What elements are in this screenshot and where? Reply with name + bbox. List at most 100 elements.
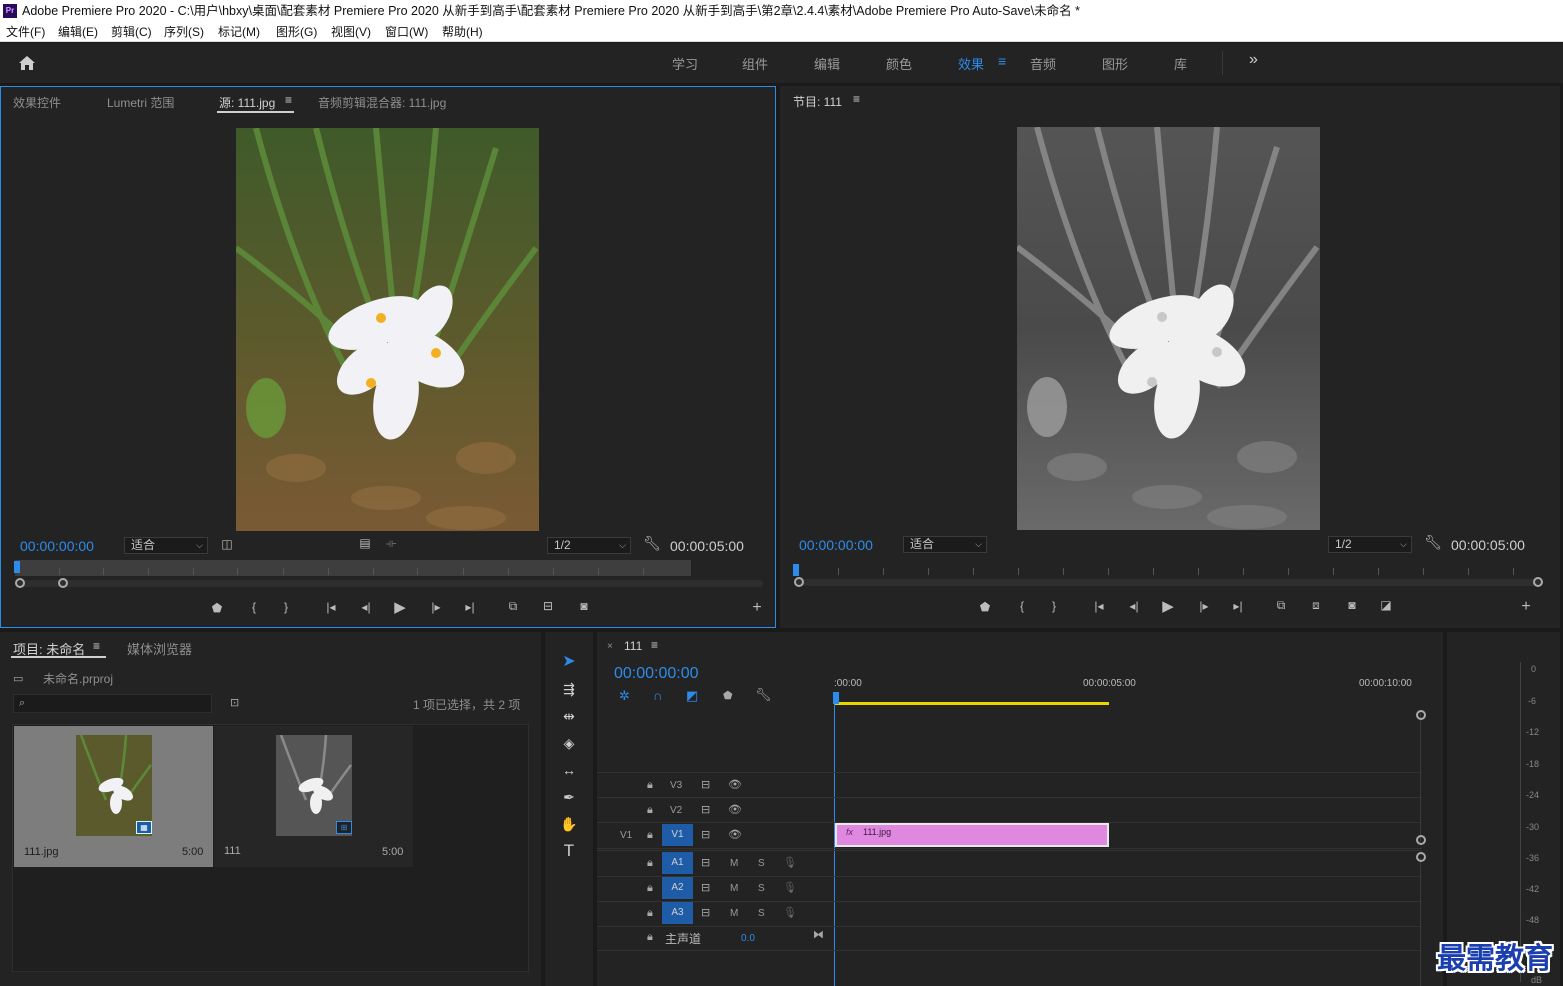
program-preview-image[interactable]	[1017, 127, 1320, 530]
sync-lock-icon[interactable]: ⊟	[701, 856, 710, 869]
track-target-a2[interactable]: A2	[662, 877, 693, 899]
menu-help[interactable]: 帮助(H)	[442, 23, 483, 42]
tab-media-browser[interactable]: 媒体浏览器	[127, 639, 192, 658]
go-to-out-icon[interactable]: ▸|	[461, 600, 479, 614]
lift-icon[interactable]: ⧉	[1272, 598, 1290, 613]
work-area-bar[interactable]	[835, 702, 1109, 705]
menu-marker[interactable]: 标记(M)	[218, 23, 260, 42]
program-zoom-scrollbar[interactable]	[794, 579, 1542, 586]
button-editor-plus-icon[interactable]: +	[748, 599, 766, 617]
slip-tool-icon[interactable]: ↔	[558, 759, 580, 781]
step-forward-icon[interactable]: |▸	[1195, 599, 1213, 613]
workspace-color[interactable]: 颜色	[886, 54, 912, 73]
track-lock-icon[interactable]: 🔒︎	[647, 779, 653, 792]
sequence-tab-menu-icon[interactable]: ≡	[651, 638, 658, 652]
menu-clip[interactable]: 剪辑(C)	[111, 23, 152, 42]
program-zoom-handle-right[interactable]	[1533, 577, 1543, 587]
source-preview-image[interactable]	[236, 128, 539, 531]
type-tool-icon[interactable]: T	[558, 840, 580, 862]
selection-tool-icon[interactable]: ➤	[558, 651, 580, 673]
program-time-ruler[interactable]	[794, 559, 1542, 575]
export-frame-camera-icon[interactable]: ◙	[575, 599, 593, 613]
project-search-input[interactable]: ⌕	[13, 694, 212, 713]
tab-lumetri-scopes[interactable]: Lumetri 范围	[107, 94, 174, 111]
track-name-v3[interactable]: V3	[670, 780, 682, 791]
menu-file[interactable]: 文件(F)	[6, 23, 45, 42]
toggle-output-eye-icon[interactable]: 👁︎	[728, 778, 742, 791]
menu-window[interactable]: 窗口(W)	[385, 23, 428, 42]
new-search-bin-icon[interactable]: ⊡	[230, 696, 239, 709]
sync-lock-icon[interactable]: ⊟	[701, 778, 710, 791]
tab-effect-controls[interactable]: 效果控件	[13, 94, 61, 111]
master-volume-value[interactable]: 0.0	[741, 933, 755, 944]
mark-out-icon[interactable]: }	[277, 600, 295, 614]
track-lock-icon[interactable]: 🔒︎	[647, 804, 653, 817]
source-playhead[interactable]	[14, 561, 20, 573]
video-tracks-scrollbar[interactable]	[1420, 712, 1421, 842]
workspace-menu-icon[interactable]: ≡	[998, 53, 1006, 69]
workspace-libraries[interactable]: 库	[1174, 54, 1187, 73]
workspace-assembly[interactable]: 组件	[742, 54, 768, 73]
timeline-timecode[interactable]: 00:00:00:00	[614, 665, 699, 683]
source-zoom-handle-left[interactable]	[15, 578, 25, 588]
program-zoom-handle-left[interactable]	[794, 577, 804, 587]
scroll-handle-bottom[interactable]	[1416, 835, 1426, 845]
tab-source-monitor[interactable]: 源: 111.jpg	[219, 94, 275, 111]
step-forward-icon[interactable]: |▸	[427, 600, 445, 614]
overwrite-icon[interactable]: ⊟	[539, 599, 557, 613]
track-name-v2[interactable]: V2	[670, 805, 682, 816]
timeline-clip-111-jpg[interactable]: fx 111.jpg	[835, 823, 1109, 847]
program-playhead[interactable]	[793, 564, 799, 576]
source-settings-wrench-icon[interactable]: 🔧︎	[643, 535, 661, 552]
workspace-audio[interactable]: 音频	[1030, 54, 1056, 73]
project-tab-menu-icon[interactable]: ≡	[93, 639, 100, 653]
linked-selection-icon[interactable]: ◩	[686, 688, 698, 704]
voice-over-mic-icon[interactable]: 🎙︎	[783, 881, 797, 894]
button-editor-plus-icon[interactable]: +	[1517, 598, 1535, 616]
workspace-effects[interactable]: 效果	[958, 54, 984, 73]
track-lock-icon[interactable]: 🔒︎	[647, 931, 653, 944]
project-item-111-sequence[interactable]: ⊞ 111 5:00	[214, 726, 413, 867]
source-zoom-handle-right[interactable]	[58, 578, 68, 588]
scroll-handle-top[interactable]	[1416, 852, 1426, 862]
step-back-icon[interactable]: ◂|	[357, 600, 375, 614]
workspace-graphics[interactable]: 图形	[1102, 54, 1128, 73]
sync-lock-icon[interactable]: ⊟	[701, 906, 710, 919]
source-drag-audio-icon[interactable]: ⟛	[382, 536, 400, 551]
mute-track-a2[interactable]: M	[730, 883, 738, 894]
snap-magnet-icon[interactable]: ∩	[653, 688, 662, 703]
audio-tracks-scrollbar[interactable]	[1420, 858, 1421, 986]
track-lock-icon[interactable]: 🔒︎	[647, 857, 653, 870]
timeline-settings-wrench-icon[interactable]: 🔧︎	[755, 687, 772, 703]
tab-program-monitor[interactable]: 节目: 111	[793, 93, 842, 110]
source-drag-video-icon[interactable]: ▤	[356, 536, 374, 550]
track-lock-icon[interactable]: 🔒︎	[647, 829, 653, 842]
go-to-in-icon[interactable]: |◂	[322, 600, 340, 614]
voice-over-mic-icon[interactable]: 🎙︎	[783, 856, 797, 869]
razor-tool-icon[interactable]: ◈	[558, 732, 580, 754]
source-insert-icon[interactable]: ◫	[218, 537, 236, 551]
track-lock-icon[interactable]: 🔒︎	[647, 907, 653, 920]
comparison-view-icon[interactable]: ◪	[1377, 598, 1395, 612]
program-tab-menu-icon[interactable]: ≡	[853, 92, 860, 106]
track-lock-icon[interactable]: 🔒︎	[647, 882, 653, 895]
sync-lock-icon[interactable]: ⊟	[701, 803, 710, 816]
insert-icon[interactable]: ⧉	[504, 599, 522, 614]
voice-over-mic-icon[interactable]: 🎙︎	[783, 906, 797, 919]
program-resolution-dropdown[interactable]: 1/2 ⌵	[1328, 536, 1412, 553]
mute-track-a3[interactable]: M	[730, 908, 738, 919]
toggle-output-eye-icon[interactable]: 👁︎	[728, 828, 742, 841]
scroll-handle-top[interactable]	[1416, 710, 1426, 720]
program-fit-dropdown[interactable]: 适合 ⌵	[903, 536, 987, 553]
go-to-in-icon[interactable]: |◂	[1090, 599, 1108, 613]
source-playhead-timecode[interactable]: 00:00:00:00	[20, 538, 94, 554]
source-fit-dropdown[interactable]: 适合 ⌵	[124, 537, 208, 554]
play-icon[interactable]: ▶	[1159, 597, 1177, 615]
mark-in-icon[interactable]: {	[245, 600, 263, 614]
ripple-edit-tool-icon[interactable]: ⇹	[558, 705, 580, 727]
source-zoom-scrollbar[interactable]	[15, 580, 763, 587]
menu-edit[interactable]: 编辑(E)	[58, 23, 98, 42]
extract-icon[interactable]: ⧈	[1307, 598, 1325, 613]
program-playhead-timecode[interactable]: 00:00:00:00	[799, 537, 873, 553]
mark-in-icon[interactable]: {	[1013, 599, 1031, 613]
